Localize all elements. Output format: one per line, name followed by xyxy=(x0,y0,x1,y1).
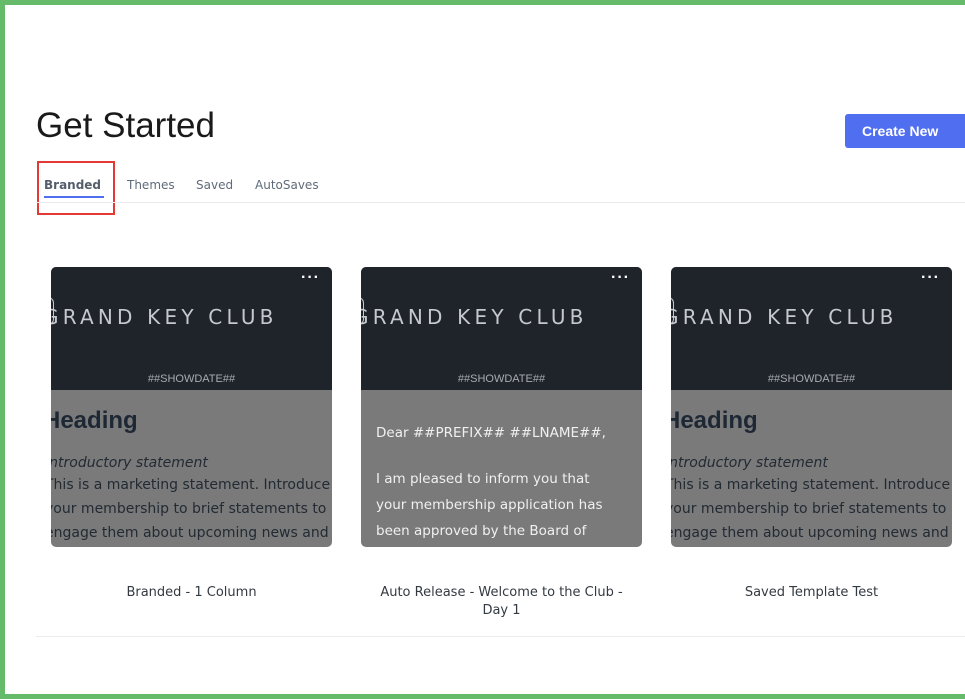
card-preview-line: engage them about upcoming news and xyxy=(671,525,949,541)
tabs-divider xyxy=(36,202,965,203)
showdate-placeholder: ##SHOWDATE## xyxy=(147,373,236,385)
tab-saved[interactable]: Saved xyxy=(196,178,233,192)
card-header: GRAND KEY CLUB ##SHOWDATE## ··· xyxy=(51,267,332,390)
card-preview-greeting: Dear ##PREFIX## ##LNAME##, xyxy=(376,425,606,441)
card-header: GRAND KEY CLUB ##SHOWDATE## ··· xyxy=(671,267,952,390)
card-label-line: Auto Release - Welcome to the Club - xyxy=(380,585,623,600)
highlight-annotation-box xyxy=(37,161,115,215)
card-preview-line: This is a marketing statement. Introduce xyxy=(51,477,331,493)
card-label[interactable]: Branded - 1 Column xyxy=(51,584,332,602)
template-card-branded-1-column[interactable]: GRAND KEY CLUB ##SHOWDATE## ··· Heading … xyxy=(51,267,332,547)
card-preview-line: your membership to brief statements to xyxy=(671,501,947,517)
card-preview-line: your membership application has xyxy=(376,497,603,513)
card-preview-heading: Heading xyxy=(51,407,138,434)
template-card-auto-release-welcome[interactable]: GRAND KEY CLUB ##SHOWDATE## ··· Dear ##P… xyxy=(361,267,642,547)
page-title: Get Started xyxy=(36,106,215,145)
showdate-placeholder: ##SHOWDATE## xyxy=(457,373,546,385)
brand-name: GRAND KEY CLUB xyxy=(51,305,278,329)
card-header: GRAND KEY CLUB ##SHOWDATE## ··· xyxy=(361,267,642,390)
tab-autosaves[interactable]: AutoSaves xyxy=(255,178,319,192)
template-card-saved-template-test[interactable]: GRAND KEY CLUB ##SHOWDATE## ··· Heading … xyxy=(671,267,952,547)
brand-name: GRAND KEY CLUB xyxy=(671,305,898,329)
card-preview-line: been approved by the Board of xyxy=(376,523,587,539)
more-options-icon[interactable]: ··· xyxy=(301,269,320,287)
card-preview-line: your membership to brief statements to xyxy=(51,501,327,517)
card-preview-line: This is a marketing statement. Introduce xyxy=(671,477,951,493)
brand-name: GRAND KEY CLUB xyxy=(361,305,588,329)
card-label-line: Day 1 xyxy=(482,603,521,618)
card-preview-line: I am pleased to inform you that xyxy=(376,471,590,487)
more-options-icon[interactable]: ··· xyxy=(611,269,630,287)
showdate-placeholder: ##SHOWDATE## xyxy=(767,373,856,385)
card-preview-intro: Introductory statement xyxy=(51,455,208,471)
cards-divider xyxy=(36,636,965,637)
more-options-icon[interactable]: ··· xyxy=(921,269,940,287)
card-preview-heading: Heading xyxy=(671,407,758,434)
card-label[interactable]: Auto Release - Welcome to the Club - Day… xyxy=(361,584,642,620)
card-preview-intro: Introductory statement xyxy=(671,455,828,471)
tab-themes[interactable]: Themes xyxy=(127,178,175,192)
card-label[interactable]: Saved Template Test xyxy=(671,584,952,602)
card-preview-line: engage them about upcoming news and xyxy=(51,525,329,541)
create-new-button[interactable]: Create New xyxy=(845,114,965,148)
